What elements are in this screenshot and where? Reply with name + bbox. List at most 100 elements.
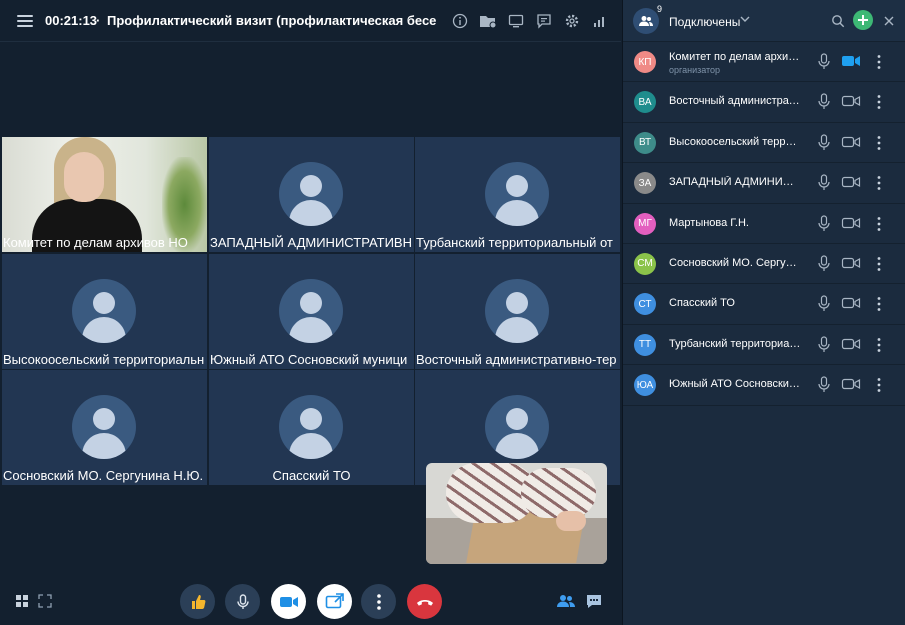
video-tile[interactable]: Сосновский МО. Сергунина Н.Ю. (2, 370, 207, 485)
camera-icon[interactable] (841, 377, 861, 391)
screen-share-icon[interactable] (506, 11, 526, 31)
more-options-icon[interactable] (876, 337, 882, 353)
participant-row[interactable]: ТТ Турбанский территориал... (623, 325, 905, 366)
add-participant-button[interactable] (853, 10, 873, 30)
microphone-icon[interactable] (817, 376, 831, 394)
title-separator: · (96, 13, 101, 28)
participant-row[interactable]: ВА Восточный администрат... (623, 82, 905, 123)
tile-name: Восточный административно-тер (416, 352, 617, 367)
microphone-icon[interactable] (817, 214, 831, 233)
participant-row[interactable]: СМ Сосновский МО. Сергуни... (623, 244, 905, 285)
microphone-icon[interactable] (817, 53, 831, 71)
more-options-icon[interactable] (876, 94, 882, 110)
participant-row[interactable]: ВТ Высокоосельский террит... (623, 123, 905, 164)
more-options-icon[interactable] (876, 175, 882, 191)
close-icon[interactable] (882, 14, 896, 28)
microphone-button[interactable] (225, 584, 260, 619)
video-tile[interactable]: ЗАПАДНЫЙ АДМИНИСТРАТИВН (209, 137, 414, 252)
tile-name: ЗАПАДНЫЙ АДМИНИСТРАТИВН (210, 235, 412, 250)
participant-name: Мартынова Г.Н. (669, 216, 749, 229)
video-tile[interactable]: Южный АТО Сосновский муници (209, 254, 414, 369)
bottom-toolbar (0, 580, 621, 625)
hang-up-button[interactable] (407, 584, 442, 619)
info-icon[interactable] (450, 11, 470, 31)
video-tile[interactable]: Восточный административно-тер (415, 254, 620, 369)
user-placeholder-icon (279, 162, 343, 226)
participant-name: Сосновский МО. Сергуни... (669, 256, 801, 269)
more-options-icon[interactable] (876, 216, 882, 232)
video-tile[interactable]: Комитет по делам архивов НО (2, 137, 207, 252)
avatar: ЮА (634, 374, 656, 397)
chat-bubble-icon[interactable] (534, 11, 554, 31)
participants-icon[interactable] (557, 592, 575, 610)
menu-icon[interactable] (17, 15, 33, 27)
avatar: ТТ (634, 333, 656, 356)
chevron-down-icon[interactable] (739, 13, 751, 25)
microphone-icon[interactable] (817, 134, 831, 152)
camera-icon[interactable] (841, 216, 861, 230)
thumbs-up-icon (191, 594, 205, 609)
avatar: ВТ (634, 131, 656, 154)
microphone-icon[interactable] (817, 255, 831, 273)
search-icon[interactable] (831, 14, 845, 28)
user-placeholder-icon (485, 162, 549, 226)
more-options-icon (376, 593, 381, 610)
self-view-video[interactable] (426, 463, 607, 564)
camera-icon[interactable] (841, 135, 861, 149)
camera-button[interactable] (271, 584, 306, 619)
share-screen-icon (325, 592, 344, 608)
participants-panel: 9 Подключены КП Комитет по делам архив..… (622, 0, 905, 625)
user-placeholder-icon (485, 279, 549, 343)
more-options-icon[interactable] (876, 296, 882, 312)
top-bar: 00:21:13 · Профилактический визит (профи… (0, 0, 621, 42)
camera-icon[interactable] (841, 54, 861, 68)
add-folder-icon[interactable] (478, 11, 498, 31)
participants-icon[interactable] (633, 8, 659, 34)
panel-header: 9 Подключены (623, 0, 905, 42)
microphone-icon[interactable] (817, 295, 831, 313)
camera-icon[interactable] (841, 175, 861, 189)
video-tile[interactable]: Спасский ТО (209, 370, 414, 485)
panel-title[interactable]: Подключены (669, 15, 740, 29)
camera-icon[interactable] (841, 256, 861, 270)
participant-row[interactable]: СТ Спасский ТО (623, 284, 905, 325)
signal-icon[interactable] (590, 11, 610, 31)
tile-name: Турбанский территориальный от (416, 235, 613, 250)
call-timer: 00:21:13 (45, 13, 98, 28)
tile-name: Сосновский МО. Сергунина Н.Ю. (3, 468, 204, 483)
tile-name: Спасский ТО (272, 468, 351, 483)
avatar: КП (634, 51, 656, 73)
conference-area: 00:21:13 · Профилактический визит (профи… (0, 0, 621, 625)
camera-icon[interactable] (841, 296, 861, 310)
settings-icon[interactable] (562, 11, 582, 31)
more-options-button[interactable] (361, 584, 396, 619)
participant-row[interactable]: КП Комитет по делам архив... организатор (623, 42, 905, 83)
conference-title: Профилактический визит (профилактическая… (107, 13, 437, 28)
video-tile[interactable]: Высокоосельский территориальн (2, 254, 207, 369)
participant-row[interactable]: МГ Мартынова Г.Н. (623, 204, 905, 244)
tile-name: Южный АТО Сосновский муници (210, 352, 408, 367)
more-options-icon[interactable] (876, 135, 882, 151)
layout-grid-icon[interactable] (16, 595, 28, 607)
more-options-icon[interactable] (876, 377, 882, 393)
tile-name: Комитет по делам архивов НО (3, 235, 188, 250)
participant-row[interactable]: ЮА Южный АТО Сосновский ... (623, 365, 905, 406)
user-placeholder-icon (279, 395, 343, 459)
participant-name: Южный АТО Сосновский ... (669, 378, 801, 391)
camera-icon[interactable] (841, 94, 861, 108)
more-options-icon[interactable] (876, 54, 882, 70)
microphone-icon[interactable] (817, 336, 831, 354)
video-tile[interactable]: Турбанский территориальный от (415, 137, 620, 252)
participant-row[interactable]: ЗА ЗАПАДНЫЙ АДМИНИСТР... (623, 163, 905, 204)
expand-icon[interactable] (38, 594, 52, 608)
microphone-icon[interactable] (817, 93, 831, 111)
reaction-button[interactable] (180, 584, 215, 619)
participant-name: Восточный администрат... (669, 95, 801, 108)
video-grid: Комитет по делам архивов НО ЗАПАДНЫЙ АДМ… (2, 137, 620, 485)
share-screen-button[interactable] (317, 584, 352, 619)
microphone-icon[interactable] (817, 174, 831, 192)
more-options-icon[interactable] (876, 256, 882, 272)
camera-icon[interactable] (841, 337, 861, 351)
user-placeholder-icon (72, 395, 136, 459)
chat-icon[interactable] (585, 592, 603, 610)
